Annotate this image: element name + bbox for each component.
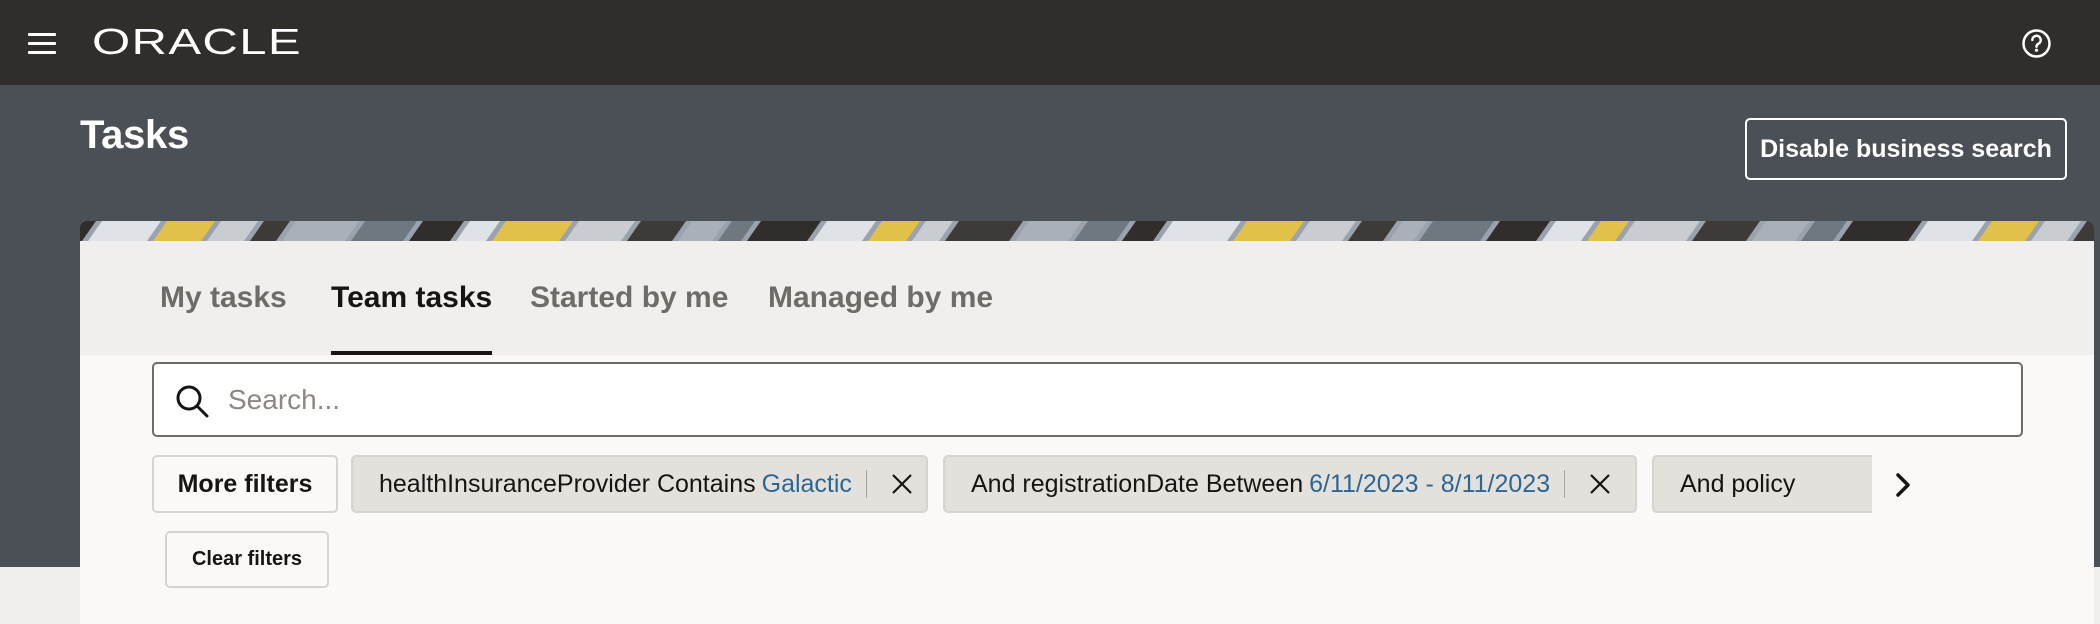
chip-divider <box>865 470 867 498</box>
search-icon <box>176 385 209 418</box>
filter-chip-policy: And policy <box>1652 455 1872 513</box>
top-navigation-bar: ORACLE <box>0 0 2100 85</box>
search-input[interactable] <box>228 374 1998 426</box>
tab-my-tasks[interactable]: My tasks <box>160 241 287 355</box>
disable-business-search-button[interactable]: Disable business search <box>1745 118 2067 180</box>
tab-team-tasks[interactable]: Team tasks <box>331 241 493 355</box>
filter-chip-value: Galactic <box>761 469 852 498</box>
tabs-bar: My tasks Team tasks Started by me Manage… <box>80 241 2094 355</box>
close-icon[interactable] <box>891 473 913 495</box>
filter-chip-registration-date: And registrationDate Between 6/11/2023 -… <box>943 455 1637 513</box>
hamburger-menu-icon[interactable] <box>28 33 56 54</box>
filter-chip-text: And policy <box>1680 469 1796 498</box>
chip-divider <box>1564 470 1566 498</box>
filter-chip-text: healthInsuranceProvider Contains <box>379 469 756 498</box>
filter-chips-container: healthInsuranceProvider Contains Galacti… <box>351 455 1872 513</box>
chevron-right-icon[interactable] <box>1892 471 1916 499</box>
tab-label: Managed by me <box>768 281 994 314</box>
more-filters-button[interactable]: More filters <box>152 455 338 513</box>
decorative-banner <box>80 221 2094 241</box>
tab-managed-by-me[interactable]: Managed by me <box>768 241 993 355</box>
tab-label: Team tasks <box>331 281 493 314</box>
oracle-logo: ORACLE <box>92 22 302 62</box>
help-question-icon[interactable] <box>2021 28 2052 59</box>
tab-label: Started by me <box>530 281 729 314</box>
svg-text:ORACLE: ORACLE <box>92 22 302 62</box>
tab-label: My tasks <box>160 281 287 314</box>
tab-started-by-me[interactable]: Started by me <box>530 241 728 355</box>
clear-filters-button[interactable]: Clear filters <box>165 531 329 588</box>
close-icon[interactable] <box>1589 473 1611 495</box>
search-box[interactable] <box>152 362 2023 437</box>
page-title: Tasks <box>80 113 189 157</box>
filter-chip-value: 6/11/2023 - 8/11/2023 <box>1309 469 1551 498</box>
filter-chip-text: And registrationDate Between <box>971 469 1304 498</box>
tasks-card: My tasks Team tasks Started by me Manage… <box>80 221 2094 624</box>
filter-chip-health-insurance: healthInsuranceProvider Contains Galacti… <box>351 455 928 513</box>
